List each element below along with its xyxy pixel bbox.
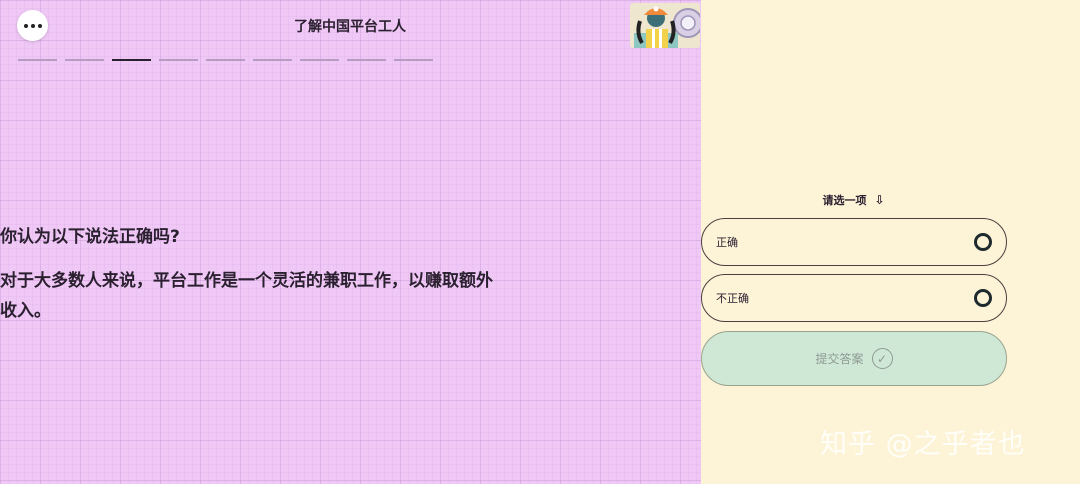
- radio-icon[interactable]: [974, 233, 992, 251]
- radio-icon[interactable]: [974, 289, 992, 307]
- option-label: 正确: [716, 236, 738, 249]
- progress-segment: [18, 59, 57, 61]
- page-title: 了解中国平台工人: [294, 19, 406, 35]
- check-circle-icon: ✓: [871, 348, 893, 369]
- option-incorrect[interactable]: 不正确: [701, 274, 1007, 322]
- question-panel: 了解中国平台工人 你认为以下说法正确吗? 对于大多数人来说，平台工作是一个灵活的…: [0, 0, 701, 484]
- progress-segment: [347, 59, 386, 61]
- question-heading: 你认为以下说法正确吗?: [0, 227, 180, 247]
- progress-segment: [394, 59, 433, 61]
- more-dots-icon: [23, 23, 42, 28]
- progress-bar: [18, 59, 433, 61]
- select-hint-label: 请选一项: [822, 194, 867, 207]
- progress-segment: [206, 59, 245, 61]
- down-arrow-icon: ⇩: [874, 193, 885, 207]
- answer-panel: 请选一项 ⇩ 正确 不正确 提交答案 ✓ 知乎 @之乎者也: [701, 0, 1080, 484]
- option-label: 不正确: [716, 292, 749, 305]
- watermark: 知乎 @之乎者也: [820, 429, 1026, 460]
- progress-segment: [253, 59, 292, 61]
- question-statement: 对于大多数人来说，平台工作是一个灵活的兼职工作，以赚取额外收入。: [0, 271, 493, 321]
- select-hint: 请选一项 ⇩: [701, 192, 1006, 208]
- progress-segment: [65, 59, 104, 61]
- progress-segment: [300, 59, 339, 61]
- menu-button[interactable]: [17, 10, 48, 41]
- submit-label: 提交答案: [815, 352, 864, 366]
- worker-illustration: [630, 3, 700, 48]
- option-correct[interactable]: 正确: [701, 218, 1007, 266]
- submit-answer-button[interactable]: 提交答案 ✓: [701, 331, 1007, 386]
- progress-segment: [159, 59, 198, 61]
- progress-segment-current: [112, 59, 151, 61]
